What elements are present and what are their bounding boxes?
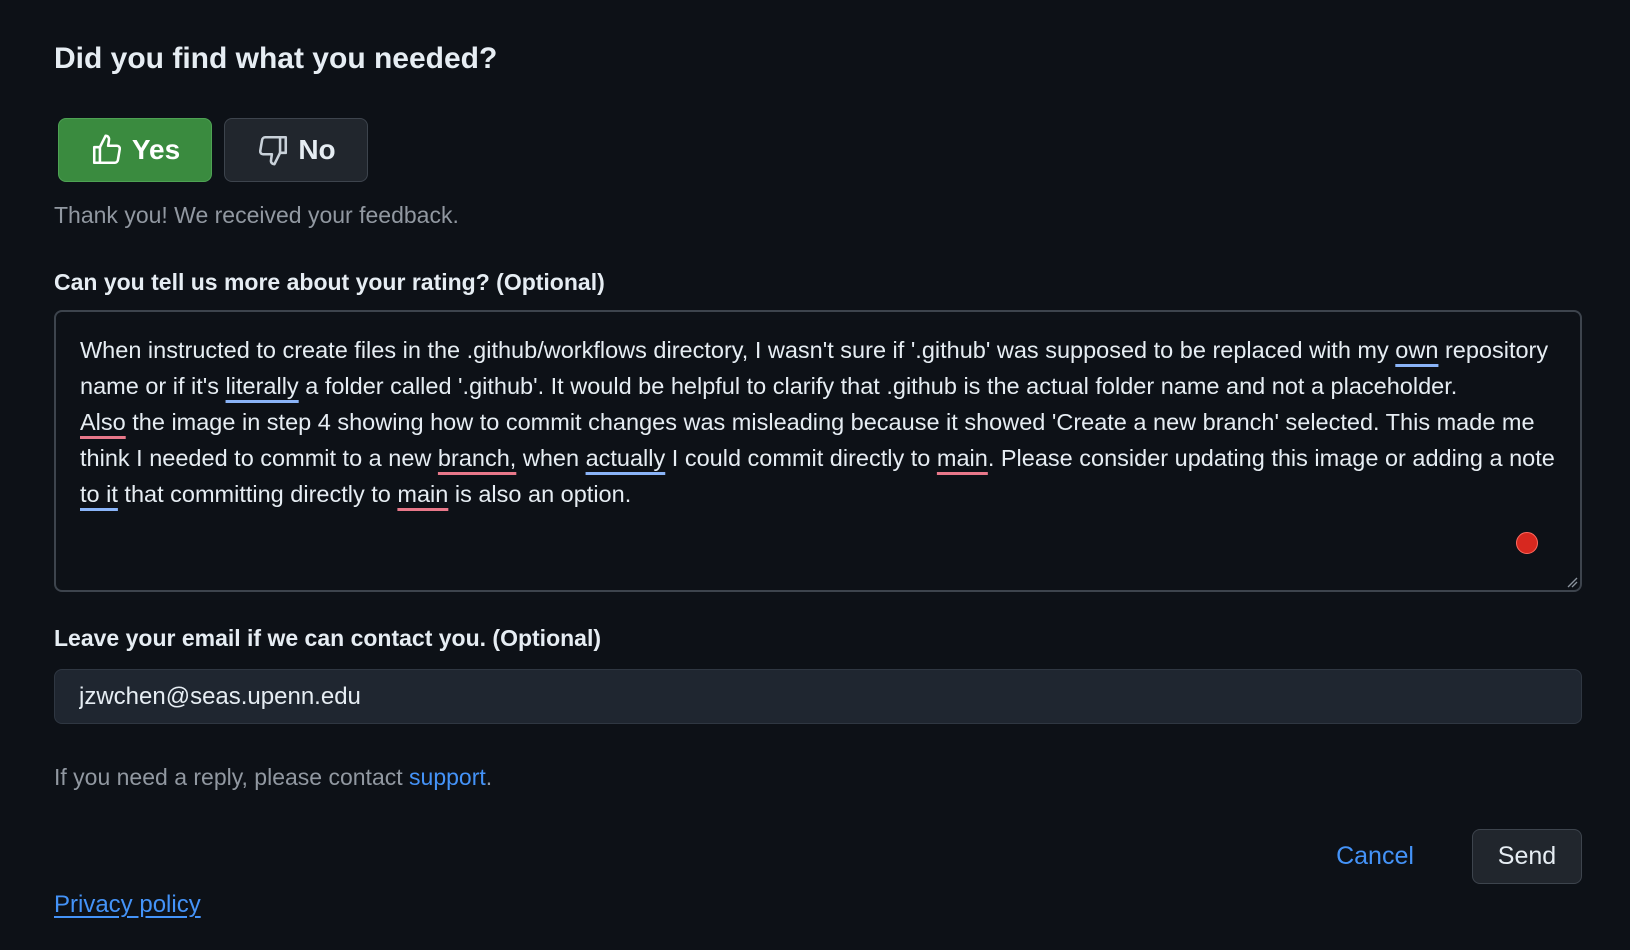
feedback-panel: Did you find what you needed? Yes No Tha… <box>0 0 1630 950</box>
cancel-button[interactable]: Cancel <box>1318 828 1432 884</box>
feedback-heading: Did you find what you needed? <box>54 42 498 75</box>
support-link[interactable]: support <box>409 764 486 790</box>
vote-buttons: Yes No <box>58 118 368 182</box>
reply-note-suffix: . <box>485 764 493 790</box>
flagged-word: actually <box>585 445 666 471</box>
email-field[interactable] <box>54 669 1582 724</box>
text-segment: . Please consider updating this image or… <box>987 445 1555 471</box>
thanks-message: Thank you! We received your feedback. <box>54 202 459 228</box>
flagged-word: Also <box>80 409 126 435</box>
thumbs-up-icon <box>92 134 121 165</box>
flagged-word: to it <box>80 481 118 507</box>
text-segment: When instructed to create files in the .… <box>80 337 1396 363</box>
flagged-word: main <box>936 445 988 471</box>
textarea-paragraph: When instructed to create files in the .… <box>80 332 1556 404</box>
textarea-paragraph: Also the image in step 4 showing how to … <box>80 404 1556 512</box>
rating-details-textarea[interactable]: When instructed to create files in the .… <box>54 310 1582 592</box>
yes-label: Yes <box>131 134 181 165</box>
flagged-word: literally <box>225 373 299 399</box>
text-segment: I could commit directly to <box>665 445 937 471</box>
rating-details-label: Can you tell us more about your rating? … <box>54 269 605 295</box>
recording-indicator-icon <box>1516 532 1538 554</box>
text-segment: is also an option. <box>448 481 632 507</box>
reply-note: If you need a reply, please contact supp… <box>54 764 492 791</box>
no-label: No <box>298 134 336 165</box>
text-segment: a folder called '.github'. It would be h… <box>298 373 1458 399</box>
flagged-word: own <box>1395 337 1439 363</box>
text-segment: when <box>516 445 586 471</box>
yes-button[interactable]: Yes <box>58 118 212 182</box>
thumbs-down-icon <box>259 135 288 166</box>
no-button[interactable]: No <box>224 118 368 182</box>
send-button[interactable]: Send <box>1472 829 1582 884</box>
text-segment: that committing directly to <box>117 481 398 507</box>
resize-handle-icon[interactable] <box>1564 574 1578 588</box>
email-label: Leave your email if we can contact you. … <box>54 625 602 651</box>
privacy-policy-link[interactable]: Privacy policy <box>54 891 201 919</box>
flagged-word: main <box>397 481 449 507</box>
reply-note-text: If you need a reply, please contact <box>54 764 410 790</box>
flagged-word: branch, <box>437 445 517 471</box>
